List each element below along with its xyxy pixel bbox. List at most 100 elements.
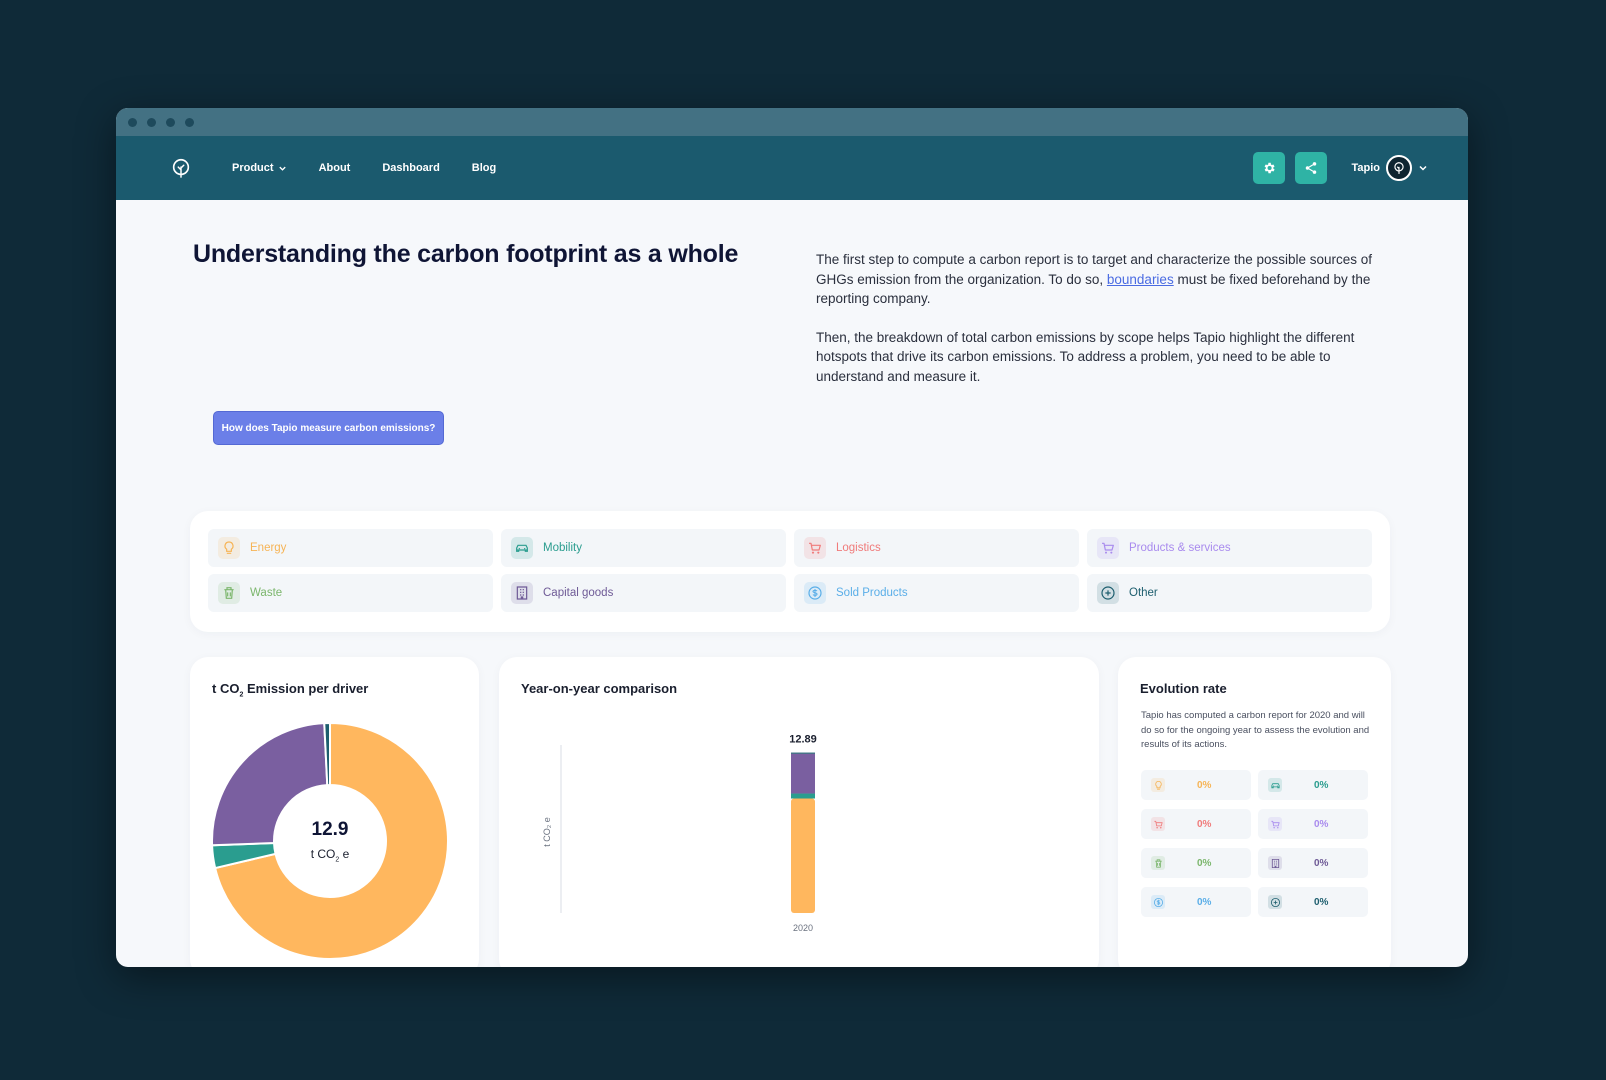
tree-logo-icon[interactable] xyxy=(170,157,192,179)
user-name: Tapio xyxy=(1351,162,1380,174)
evolution-rate-item: 0% xyxy=(1258,887,1368,917)
window-dot[interactable] xyxy=(166,117,175,127)
dollar-icon xyxy=(804,582,826,604)
dollar-icon xyxy=(1151,895,1165,909)
donut-unit: t CO2 e xyxy=(290,847,370,863)
browser-window: Product About Dashboard Blog Tapio Under… xyxy=(116,108,1468,967)
filter-chip-waste[interactable]: Waste xyxy=(208,574,493,612)
evolution-rate-item: 0% xyxy=(1258,848,1368,878)
plus-circle-icon xyxy=(1268,895,1282,909)
plus-circle-icon xyxy=(1097,582,1119,604)
page-title: Understanding the carbon footprint as a … xyxy=(193,240,739,268)
filter-chip-products-services[interactable]: Products & services xyxy=(1087,529,1372,567)
top-navbar: Product About Dashboard Blog Tapio xyxy=(116,136,1468,200)
window-dot[interactable] xyxy=(185,117,194,127)
year-on-year-card: Year-on-year comparison t CO₂ e 12.89 2020 xyxy=(499,657,1099,967)
filter-chip-label: Sold Products xyxy=(836,587,908,599)
filter-chip-logistics[interactable]: Logistics xyxy=(794,529,1079,567)
boundaries-link[interactable]: boundaries xyxy=(1107,272,1174,287)
donut-total: 12.9 xyxy=(311,819,349,840)
bar-segment-mobility[interactable] xyxy=(791,793,815,799)
truck-icon xyxy=(1151,817,1165,831)
filter-chip-other[interactable]: Other xyxy=(1087,574,1372,612)
category-filters: Energy Mobility Logistics Products & servic… xyxy=(190,511,1390,632)
unit-text: t CO xyxy=(310,847,336,861)
evolution-rate-item: 0% xyxy=(1141,848,1251,878)
evolution-rate-item: 0% xyxy=(1141,770,1251,800)
x-tick-label: 2020 xyxy=(793,923,813,933)
filter-chip-sold-products[interactable]: Sold Products xyxy=(794,574,1079,612)
intro-paragraph: Then, the breakdown of total carbon emis… xyxy=(816,329,1355,384)
filter-chip-capital-goods[interactable]: Capital goods xyxy=(501,574,786,612)
card-title: Evolution rate xyxy=(1140,681,1227,696)
main-content: Understanding the carbon footprint as a … xyxy=(116,200,1468,967)
nav-item-product[interactable]: Product xyxy=(232,162,287,174)
cart-icon xyxy=(1097,537,1119,559)
nav-links: Product About Dashboard Blog xyxy=(232,162,496,174)
user-menu[interactable]: Tapio xyxy=(1351,155,1428,181)
evolution-rate-card: Evolution rate Tapio has computed a carb… xyxy=(1118,657,1391,967)
intro-paragraph: The first step to compute a carbon repor… xyxy=(816,250,1376,309)
evolution-rate-value: 0% xyxy=(1197,857,1212,869)
emission-per-driver-card: t CO2 Emission per driver 12.9 t CO2 e xyxy=(190,657,479,967)
cart-icon xyxy=(1268,817,1282,831)
intro-text: The first step to compute a carbon repor… xyxy=(816,250,1376,405)
filter-chip-label: Waste xyxy=(250,587,283,599)
stacked-bar-chart: t CO₂ e 12.89 2020 xyxy=(542,734,817,933)
unit-text: e xyxy=(339,847,350,861)
settings-button[interactable] xyxy=(1253,152,1286,184)
evolution-rate-value: 0% xyxy=(1314,818,1329,830)
bar-segment-capital-goods[interactable] xyxy=(791,753,815,794)
nav-item-label: Product xyxy=(232,162,274,174)
share-icon xyxy=(1306,162,1317,174)
building-icon xyxy=(1268,856,1282,870)
donut-chart xyxy=(211,721,449,960)
bar-total-label: 12.89 xyxy=(789,734,817,746)
evolution-rate-value: 0% xyxy=(1314,779,1329,791)
evolution-rate-value: 0% xyxy=(1314,896,1329,908)
bar-segment-energy[interactable] xyxy=(791,798,815,913)
window-dot[interactable] xyxy=(128,117,137,127)
filter-chip-energy[interactable]: Energy xyxy=(208,529,493,567)
y-axis-label: t CO₂ e xyxy=(542,817,552,847)
evolution-description: Tapio has computed a carbon report for 2… xyxy=(1141,710,1370,750)
nav-item-about[interactable]: About xyxy=(319,162,351,174)
chevron-down-icon xyxy=(278,166,286,171)
evolution-rate-item: 0% xyxy=(1141,887,1251,917)
window-dot[interactable] xyxy=(147,117,156,127)
evolution-rate-value: 0% xyxy=(1197,896,1212,908)
car-icon xyxy=(511,537,533,559)
evolution-rate-item: 0% xyxy=(1141,809,1251,839)
share-button[interactable] xyxy=(1295,152,1328,184)
evolution-rate-item: 0% xyxy=(1258,809,1368,839)
trash-icon xyxy=(1151,856,1165,870)
measure-emissions-button[interactable]: How does Tapio measure carbon emissions? xyxy=(213,411,444,445)
filter-chip-label: Mobility xyxy=(543,542,582,554)
nav-actions: Tapio xyxy=(1253,152,1428,184)
filter-chip-mobility[interactable]: Mobility xyxy=(501,529,786,567)
settings-icon xyxy=(1265,162,1276,174)
trash-icon xyxy=(218,582,240,604)
nav-item-blog[interactable]: Blog xyxy=(472,162,496,174)
evolution-rate-item: 0% xyxy=(1258,770,1368,800)
tree-logo-icon xyxy=(1394,162,1404,174)
avatar xyxy=(1386,155,1412,181)
bar-segment-other[interactable] xyxy=(791,752,815,754)
lightbulb-icon xyxy=(1151,778,1165,792)
evolution-rate-value: 0% xyxy=(1197,779,1212,791)
filter-chip-label: Logistics xyxy=(836,542,881,554)
chevron-down-icon xyxy=(1419,165,1427,171)
car-icon xyxy=(1268,778,1282,792)
window-titlebar xyxy=(116,108,1468,136)
evolution-rate-value: 0% xyxy=(1197,818,1212,830)
evolution-rate-grid: 0% 0% 0% 0% 0% 0% 0% 0% xyxy=(1141,770,1368,917)
truck-icon xyxy=(804,537,826,559)
donut-center: 12.9 t CO2 e xyxy=(290,819,370,863)
filter-chip-label: Other xyxy=(1129,587,1158,599)
evolution-rate-value: 0% xyxy=(1314,857,1329,869)
filter-chip-label: Capital goods xyxy=(543,587,614,599)
filter-chip-label: Energy xyxy=(250,542,287,554)
filter-chip-label: Products & services xyxy=(1129,542,1231,554)
building-icon xyxy=(511,582,533,604)
nav-item-dashboard[interactable]: Dashboard xyxy=(382,162,439,174)
